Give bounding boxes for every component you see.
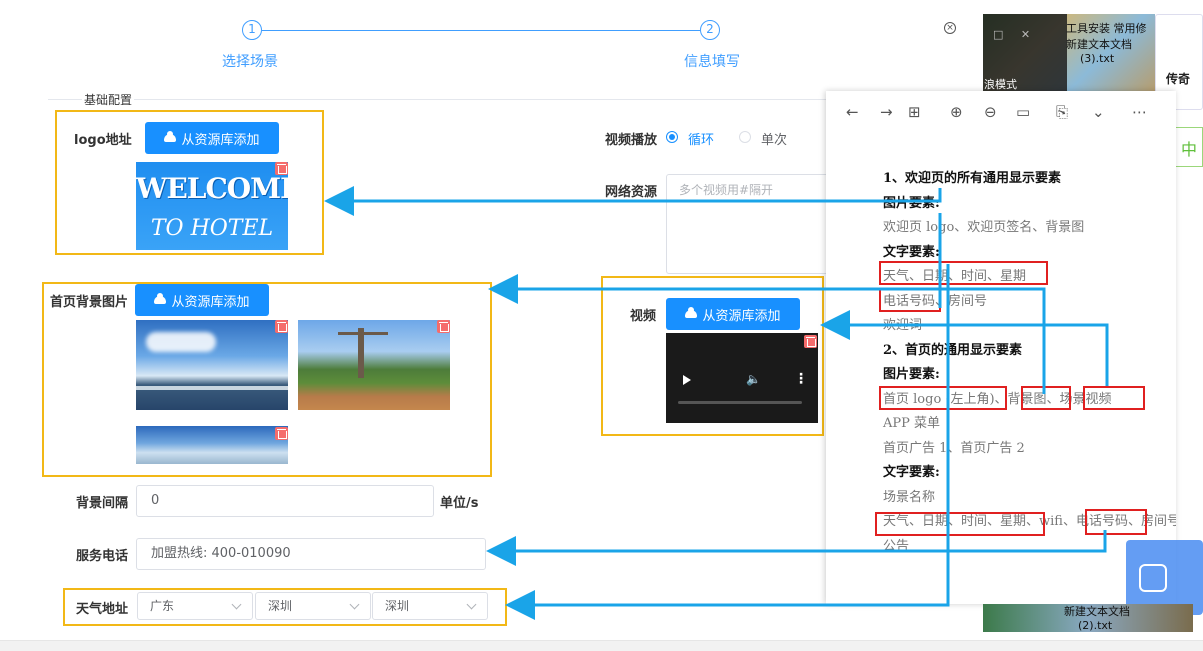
radio-loop-label[interactable]: 循环 — [688, 129, 714, 148]
doc-line: 场景名称 — [883, 489, 936, 505]
interval-unit: 单位/s — [440, 496, 479, 511]
step-2-title[interactable]: 信息填写 — [684, 51, 740, 71]
highlight-background — [42, 282, 492, 477]
phone-input[interactable]: 加盟热线: 400-010090 — [136, 538, 486, 570]
side-card-label: 传奇 — [1166, 72, 1191, 86]
doc-line: 文字要素: — [883, 465, 940, 480]
back-icon[interactable]: ← — [846, 103, 859, 121]
grid-icon[interactable]: ⊞ — [908, 103, 921, 121]
desktop-mode-label: 浪模式 — [984, 78, 1017, 91]
desktop-label-top: 工具安装 常用修 — [1066, 22, 1147, 35]
document-toolbar: ← → ⊞ ⊕ ⊖ ▭ ⎘ ⌄ ⋯ — [826, 91, 1176, 135]
network-label: 网络资源 — [605, 185, 658, 200]
doc-highlight-video — [1083, 386, 1145, 410]
doc-line: 欢迎词 — [883, 318, 923, 333]
doc-highlight-weather-2 — [875, 512, 1045, 536]
rotate-icon[interactable]: ⎘ — [1056, 103, 1068, 121]
highlight-weather — [63, 588, 507, 626]
doc-highlight-home-logo — [879, 386, 1007, 410]
edit-icon — [1139, 564, 1167, 592]
step-2-circle[interactable]: 2 — [700, 20, 720, 40]
section-divider — [48, 99, 948, 100]
doc-line: 公告 — [883, 538, 910, 554]
zoom-in-icon[interactable]: ⊕ — [950, 103, 963, 121]
document-viewer: ← → ⊞ ⊕ ⊖ ▭ ⎘ ⌄ ⋯ 1、欢迎页的所有通用显示要素 图片要素: 欢迎页 logo、欢迎… — [826, 91, 1176, 604]
doc-line: 欢迎页 logo、欢迎页签名、背景图 — [883, 220, 1085, 235]
doc-line: 1、欢迎页的所有通用显示要素 — [883, 171, 1062, 186]
interval-input[interactable]: 0 — [136, 485, 434, 517]
doc-highlight-bg — [1021, 386, 1071, 410]
doc-line: 首页广告 1、首页广告 2 — [883, 440, 1025, 456]
network-textarea[interactable]: 多个视频用#隔开 — [666, 174, 836, 274]
doc-line: 图片要素: — [883, 367, 940, 382]
doc-highlight-phone-2 — [1085, 509, 1147, 535]
desktop-label-bottom: 新建文本文档 — [1064, 605, 1130, 618]
forward-icon[interactable]: → — [880, 103, 893, 121]
doc-highlight-phone — [879, 288, 941, 312]
section-title: 基础配置 — [82, 91, 135, 108]
bottom-scrollbar[interactable] — [0, 640, 1203, 651]
doc-line: APP 菜单 — [883, 416, 941, 431]
desktop-label-bottom-file: (2).txt — [1078, 619, 1113, 632]
radio-loop[interactable] — [666, 131, 678, 143]
window-controls[interactable]: □ ✕ — [993, 28, 1030, 41]
highlight-logo — [55, 110, 324, 255]
step-progress-line — [262, 30, 700, 31]
phone-label: 服务电话 — [76, 549, 129, 564]
app-root: 1 选择场景 2 信息填写 × 基础配置 logo地址 从资源库添加 WELCO… — [0, 0, 1203, 651]
desktop-label-doc: 新建文本文档 — [1066, 38, 1132, 51]
zoom-out-icon[interactable]: ⊖ — [984, 103, 997, 121]
highlight-video — [601, 276, 824, 436]
video-play-label: 视频播放 — [605, 133, 658, 148]
desktop-label-file: (3).txt — [1080, 52, 1115, 65]
step-1-title[interactable]: 选择场景 — [222, 51, 278, 71]
page-icon[interactable]: ▭ — [1016, 103, 1030, 121]
close-icon[interactable]: × — [944, 22, 956, 34]
doc-line: 图片要素: — [883, 195, 940, 211]
more-icon[interactable]: ⋯ — [1132, 103, 1147, 121]
interval-label: 背景间隔 — [76, 496, 129, 511]
doc-line: 2、首页的通用显示要素 — [883, 342, 1023, 358]
doc-line: 文字要素: — [883, 244, 940, 260]
doc-highlight-weather — [879, 261, 1048, 285]
step-1-circle[interactable]: 1 — [242, 20, 262, 40]
radio-once[interactable] — [739, 131, 751, 143]
radio-once-label[interactable]: 单次 — [761, 129, 787, 148]
chevron-down-icon[interactable]: ⌄ — [1092, 103, 1105, 121]
